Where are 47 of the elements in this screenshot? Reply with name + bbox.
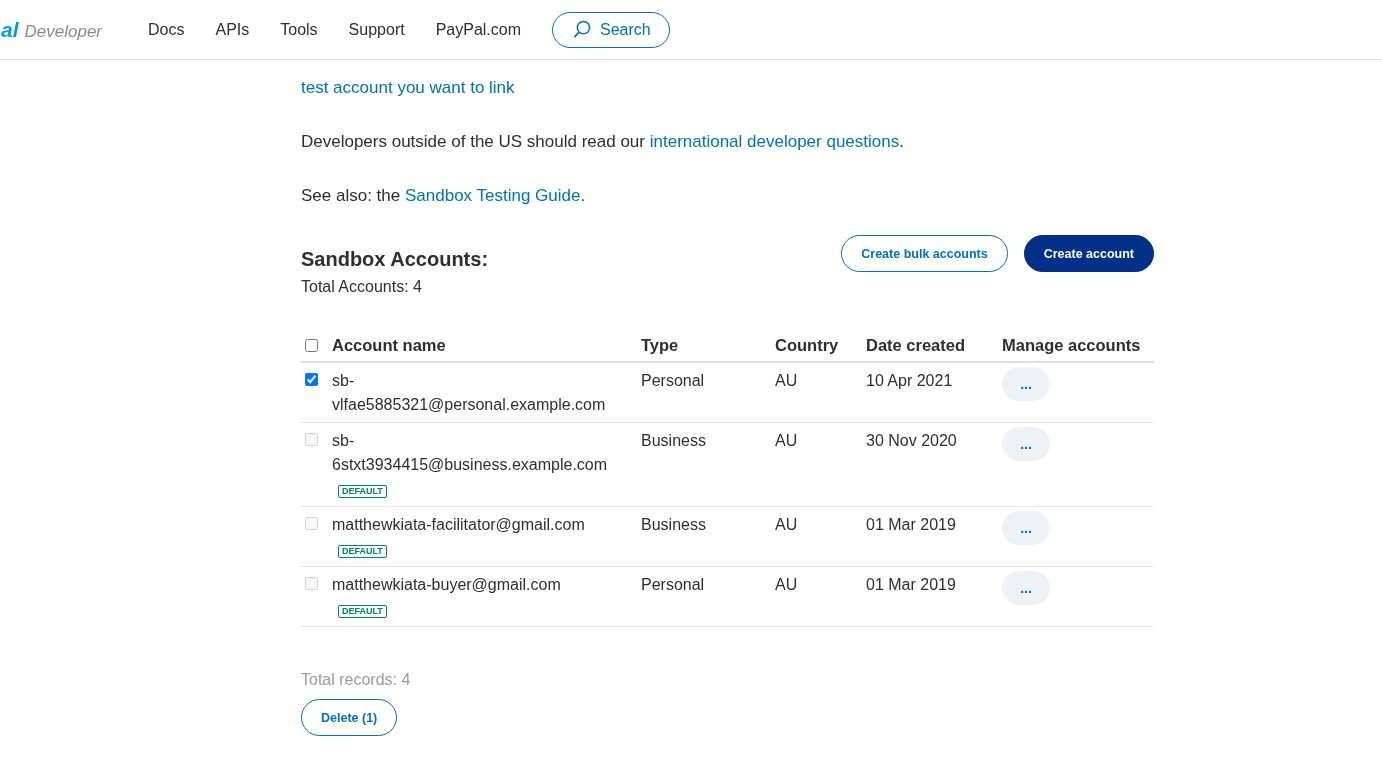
- text-link[interactable]: test account you want to link: [301, 78, 515, 97]
- section-heading: Sandbox Accounts:: [301, 247, 490, 271]
- total-records: Total records: 4: [301, 671, 412, 689]
- account-name: sb-6stxt3934415@business.example.com: [332, 431, 609, 475]
- table-cell: AU: [775, 506, 866, 567]
- paragraph: Developers outside of the US should read our international developer questions.: [301, 131, 905, 153]
- nav-link[interactable]: Docs: [148, 20, 216, 39]
- total-accounts: Total Accounts: 4: [301, 278, 423, 296]
- table-cell: AU: [775, 362, 866, 423]
- nav-link[interactable]: Support: [348, 20, 436, 39]
- nav-link[interactable]: APIs: [215, 20, 281, 39]
- paragraph: See also: the Sandbox Testing Guide.: [301, 185, 587, 207]
- table-cell: Business: [641, 506, 775, 567]
- default-badge: DEFAULT: [338, 485, 387, 498]
- table-cell: AU: [775, 566, 866, 627]
- logo-subtitle: Developer: [24, 21, 102, 42]
- column-header: Account name: [332, 327, 641, 362]
- delete-button[interactable]: Delete (1): [301, 699, 398, 736]
- column-header: Type: [641, 327, 775, 362]
- table-cell: 01 Mar 2019: [866, 566, 1002, 627]
- table-cell: 10 Apr 2021: [866, 362, 1002, 423]
- row-checkbox[interactable]: [305, 373, 318, 386]
- table-cell: Business: [641, 422, 775, 507]
- column-header: Manage accounts: [1002, 327, 1154, 362]
- more-button[interactable]: ...: [1002, 367, 1050, 401]
- default-badge: DEFAULT: [338, 545, 387, 558]
- text-link[interactable]: international developer questions: [649, 132, 900, 151]
- account-name: matthewkiata-facilitator@gmail.com: [332, 515, 586, 535]
- account-name: matthewkiata-buyer@gmail.com: [332, 575, 562, 595]
- create-account-button[interactable]: Create account: [1023, 235, 1154, 272]
- table-cell: 30 Nov 2020: [866, 422, 1002, 507]
- table-cell: AU: [775, 422, 866, 507]
- create-bulk-button[interactable]: Create bulk accounts: [841, 235, 1008, 272]
- table-cell: Personal: [641, 566, 775, 627]
- search-icon: [573, 20, 593, 39]
- table-cell: Personal: [641, 362, 775, 423]
- nav-link[interactable]: Tools: [280, 20, 349, 39]
- table-cell: 01 Mar 2019: [866, 506, 1002, 567]
- text-link[interactable]: Sandbox Testing Guide: [404, 186, 581, 205]
- select-all-checkbox[interactable]: [305, 339, 318, 352]
- column-header: Date created: [866, 327, 1002, 362]
- default-badge: DEFAULT: [338, 605, 387, 618]
- logo-text[interactable]: al: [1, 17, 19, 42]
- nav-link[interactable]: PayPal.com: [435, 20, 553, 39]
- search-button[interactable]: Search: [552, 11, 670, 48]
- account-name: sb-vlfae5885321@personal.example.com: [332, 371, 607, 415]
- column-header: Country: [775, 327, 866, 362]
